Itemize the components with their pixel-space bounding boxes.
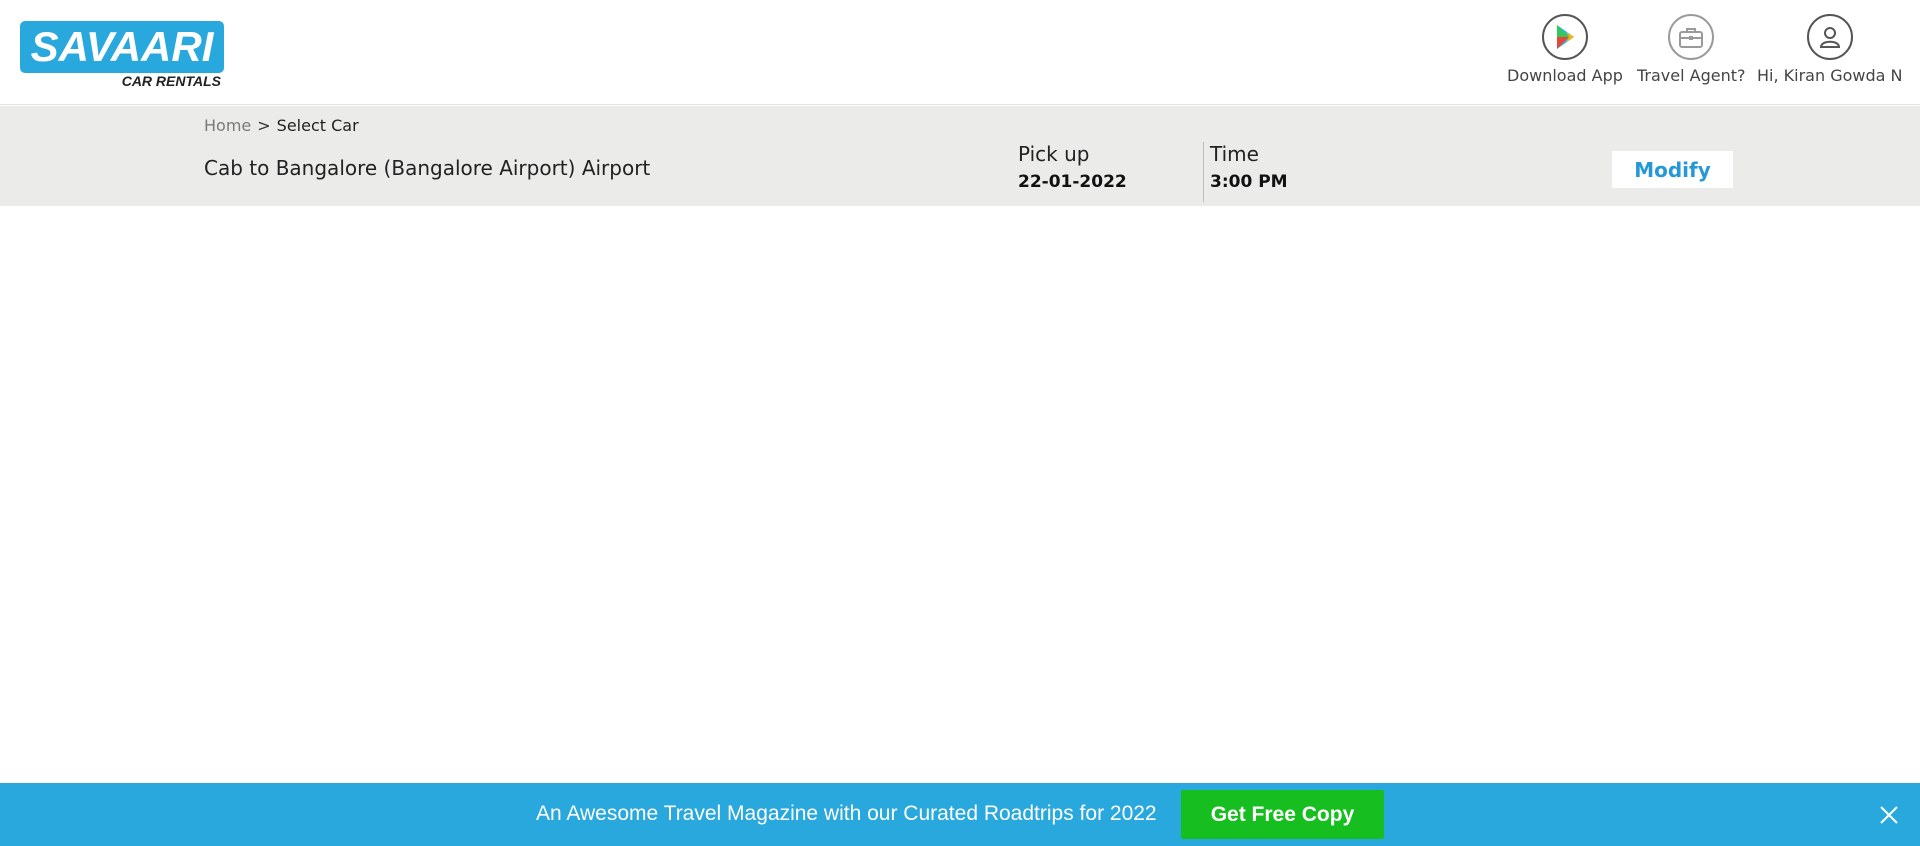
travel-agent-label: Travel Agent?	[1637, 66, 1746, 85]
modify-button[interactable]: Modify	[1612, 151, 1733, 188]
user-greeting: Hi, Kiran Gowda N	[1757, 66, 1903, 85]
site-header: SAVAARI CAR RENTALS Download App Travel …	[0, 0, 1920, 105]
breadcrumb-home[interactable]: Home	[204, 116, 251, 135]
time-value: 3:00 PM	[1210, 172, 1288, 192]
logo-subtitle: CAR RENTALS	[121, 73, 221, 89]
close-icon[interactable]	[1874, 800, 1904, 830]
travel-agent-link[interactable]: Travel Agent?	[1637, 14, 1746, 85]
breadcrumb: Home > Select Car	[204, 116, 359, 135]
promo-text: An Awesome Travel Magazine with our Cura…	[536, 802, 1157, 825]
time-label: Time	[1210, 142, 1259, 166]
user-icon	[1806, 14, 1853, 60]
download-app-link[interactable]: Download App	[1507, 14, 1623, 85]
promo-banner: An Awesome Travel Magazine with our Cura…	[0, 783, 1920, 846]
breadcrumb-current: Select Car	[276, 116, 359, 135]
logo-title: SAVAARI	[30, 23, 214, 70]
breadcrumb-separator: >	[257, 116, 271, 135]
user-account-link[interactable]: Hi, Kiran Gowda N	[1757, 14, 1902, 85]
pickup-label: Pick up	[1018, 142, 1090, 166]
pickup-block: Pick up 22-01-2022	[1018, 142, 1127, 192]
time-block: Time 3:00 PM	[1203, 142, 1288, 202]
trip-route: Cab to Bangalore (Bangalore Airport) Air…	[204, 156, 651, 180]
pickup-date: 22-01-2022	[1018, 172, 1127, 192]
get-free-copy-button[interactable]: Get Free Copy	[1181, 790, 1384, 839]
savaari-logo[interactable]: SAVAARI CAR RENTALS	[20, 21, 225, 91]
download-app-label: Download App	[1507, 66, 1623, 85]
google-play-icon	[1541, 14, 1588, 60]
briefcase-icon	[1668, 14, 1715, 60]
trip-summary-bar: Home > Select Car Cab to Bangalore (Bangal…	[0, 106, 1920, 206]
